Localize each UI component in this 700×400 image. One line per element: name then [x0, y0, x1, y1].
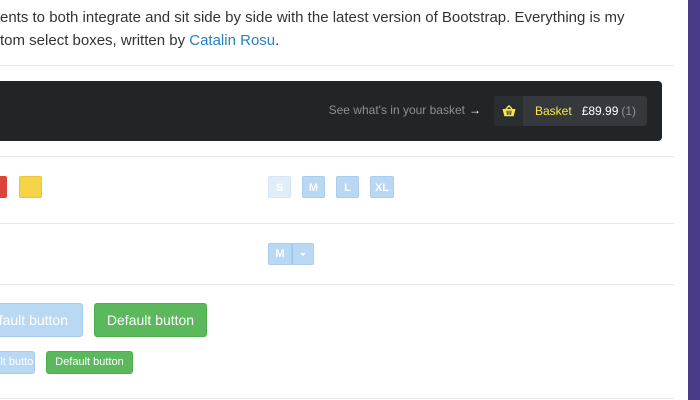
basket-icon-box — [494, 96, 523, 126]
size-option-m[interactable]: M — [302, 176, 325, 198]
default-button-large-blue[interactable]: Default button — [0, 303, 83, 337]
divider — [0, 223, 674, 224]
split-select-toggle[interactable] — [292, 243, 314, 265]
basket-label: Basket — [535, 104, 572, 118]
page: ents to both integrate and sit side by s… — [0, 0, 688, 400]
intro-line-2-suffix: . — [275, 32, 280, 49]
basket-hint: See what's in your basket → — [329, 103, 481, 117]
divider — [0, 156, 674, 157]
default-button-small-green[interactable]: Default button — [46, 351, 133, 374]
size-option-xl[interactable]: XL — [370, 176, 394, 198]
default-button-small-blue[interactable]: Default button — [0, 351, 35, 374]
divider — [0, 284, 674, 285]
intro-line-1: ents to both integrate and sit side by s… — [0, 9, 625, 26]
divider — [0, 65, 674, 66]
intro-line-2: tom select boxes, written by Catalin Ros… — [0, 29, 670, 52]
arrow-right-icon: → — [469, 103, 481, 117]
author-link[interactable]: Catalin Rosu — [189, 32, 275, 49]
color-swatch-yellow[interactable] — [19, 176, 42, 198]
color-swatch-red[interactable] — [0, 176, 7, 198]
basket-hint-text: See what's in your basket — [328, 103, 465, 117]
divider — [0, 398, 674, 399]
basket-button[interactable]: Basket £89.99 (1) — [494, 96, 647, 126]
intro-text: ents to both integrate and sit side by s… — [0, 6, 670, 52]
size-split-select[interactable]: M — [268, 243, 314, 265]
split-select-value[interactable]: M — [268, 243, 292, 265]
basket-icon — [502, 105, 515, 117]
size-option-l[interactable]: L — [336, 176, 359, 198]
intro-line-2-prefix: tom select boxes, written by — [0, 32, 190, 49]
basket-navbar: See what's in your basket → Basket £89.99… — [0, 81, 662, 141]
caret-down-icon — [300, 252, 306, 256]
default-button-large-green[interactable]: Default button — [94, 303, 207, 337]
size-option-s[interactable]: S — [268, 176, 291, 198]
page-edge — [688, 0, 700, 400]
basket-count: (1) — [621, 104, 637, 118]
basket-price: £89.99 — [581, 104, 619, 118]
